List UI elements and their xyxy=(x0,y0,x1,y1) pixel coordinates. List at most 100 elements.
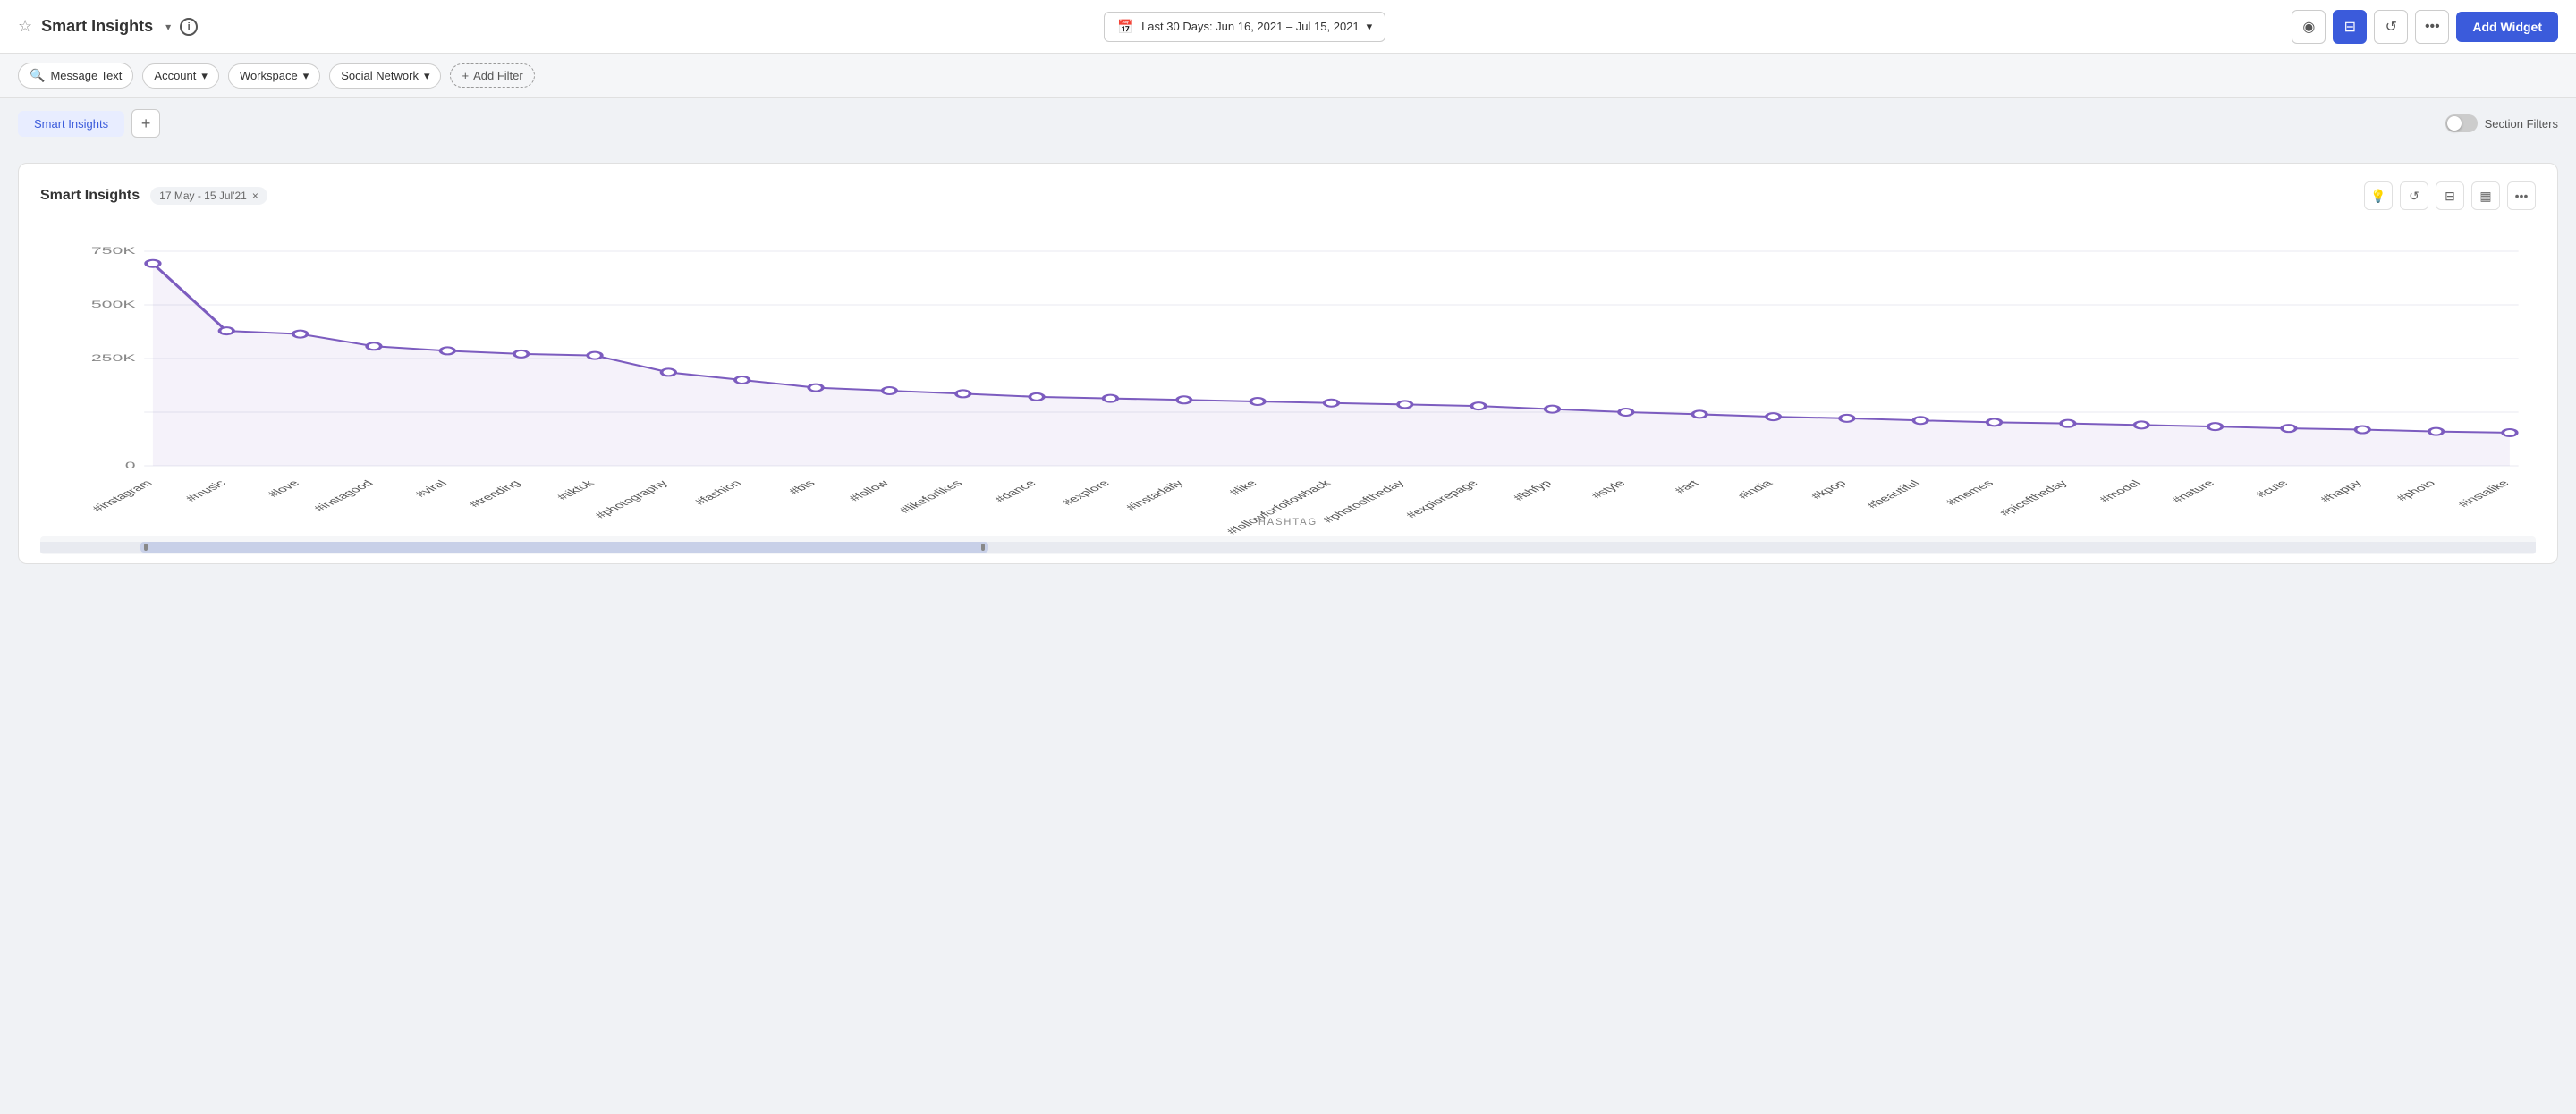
add-filter-plus-icon: + xyxy=(462,69,469,82)
svg-text:#model: #model xyxy=(2095,478,2144,503)
star-button[interactable]: ☆ xyxy=(18,17,32,36)
svg-text:#instadaily: #instadaily xyxy=(1122,478,1186,511)
widget-more-button[interactable]: ••• xyxy=(2507,181,2536,210)
widget-date-badge: 17 May - 15 Jul'21 × xyxy=(150,187,267,205)
filter-button[interactable]: ⊟ xyxy=(2333,10,2367,44)
widget-chart-button[interactable]: ▦ xyxy=(2471,181,2500,210)
svg-text:#picoftheday: #picoftheday xyxy=(1995,478,2070,517)
svg-text:#nature: #nature xyxy=(2167,478,2217,504)
page-title: Smart Insights xyxy=(41,17,153,36)
account-filter[interactable]: Account ▾ xyxy=(142,63,219,89)
svg-text:#style: #style xyxy=(1587,478,1629,500)
svg-text:#viral: #viral xyxy=(411,478,450,499)
workspace-dropdown-icon: ▾ xyxy=(303,69,309,83)
refresh-icon: ↺ xyxy=(2385,18,2397,36)
add-filter-button[interactable]: + Add Filter xyxy=(450,63,534,88)
date-range-label: Last 30 Days: Jun 16, 2021 – Jul 15, 202… xyxy=(1141,20,1360,33)
social-network-dropdown-icon: ▾ xyxy=(424,69,430,83)
section-filters: Section Filters xyxy=(2445,114,2558,132)
main-content: Smart Insights 17 May - 15 Jul'21 × 💡 ↺ … xyxy=(0,148,2576,578)
svg-text:#music: #music xyxy=(182,478,229,503)
top-bar: ☆ Smart Insights ▾ i 📅 Last 30 Days: Jun… xyxy=(0,0,2576,54)
svg-text:#tiktok: #tiktok xyxy=(553,478,597,502)
widget-date-range: 17 May - 15 Jul'21 xyxy=(159,190,247,202)
social-network-label: Social Network xyxy=(341,69,419,82)
widget-refresh-button[interactable]: ↺ xyxy=(2400,181,2428,210)
message-text-filter[interactable]: 🔍 Message Text xyxy=(18,63,133,89)
svg-text:#trending: #trending xyxy=(465,478,524,509)
widget-date-close-icon[interactable]: × xyxy=(252,190,258,202)
svg-text:#beautiful: #beautiful xyxy=(1862,478,1923,510)
svg-text:#bhfyp: #bhfyp xyxy=(1509,478,1555,502)
svg-text:750K: 750K xyxy=(91,245,137,256)
svg-text:#cute: #cute xyxy=(2251,478,2292,499)
widget-filter-icon: ⊟ xyxy=(2445,189,2455,204)
scrollbar-area[interactable] xyxy=(40,536,2536,554)
widget-title-group: Smart Insights 17 May - 15 Jul'21 × xyxy=(40,187,267,205)
tab-smart-insights[interactable]: Smart Insights xyxy=(18,111,124,137)
svg-text:#memes: #memes xyxy=(1942,478,1997,507)
account-label: Account xyxy=(154,69,196,82)
section-filters-toggle[interactable] xyxy=(2445,114,2478,132)
svg-text:#explorepage: #explorepage xyxy=(1402,478,1481,519)
widget-header: Smart Insights 17 May - 15 Jul'21 × 💡 ↺ … xyxy=(40,181,2536,210)
social-network-filter[interactable]: Social Network ▾ xyxy=(329,63,441,89)
chart-area: MESSAGE COUNT 750K 500K 250K 0 #instagra… xyxy=(40,224,2536,527)
svg-text:#explore: #explore xyxy=(1058,478,1114,507)
section-filters-label: Section Filters xyxy=(2485,117,2558,131)
tabs-left: Smart Insights + xyxy=(18,109,160,138)
svg-text:0: 0 xyxy=(125,460,136,470)
widget-chart-icon: ▦ xyxy=(2479,189,2491,204)
widget-refresh-icon: ↺ xyxy=(2409,189,2419,204)
workspace-filter[interactable]: Workspace ▾ xyxy=(228,63,320,89)
svg-text:#follow: #follow xyxy=(844,478,892,503)
scrollbar-handle-right xyxy=(981,544,985,551)
add-widget-button[interactable]: Add Widget xyxy=(2456,12,2558,42)
title-dropdown-icon[interactable]: ▾ xyxy=(165,21,171,33)
svg-text:#like: #like xyxy=(1224,478,1260,497)
svg-text:#kpop: #kpop xyxy=(1807,478,1850,501)
more-options-button[interactable]: ••• xyxy=(2415,10,2449,44)
svg-text:500K: 500K xyxy=(91,299,137,309)
svg-text:#photo: #photo xyxy=(2392,478,2438,502)
svg-text:#bts: #bts xyxy=(784,478,818,495)
svg-text:#art: #art xyxy=(1670,478,1702,494)
scrollbar-thumb[interactable] xyxy=(140,542,989,553)
svg-text:#fashion: #fashion xyxy=(691,478,745,506)
bulb-icon: 💡 xyxy=(2370,189,2385,204)
workspace-label: Workspace xyxy=(240,69,298,82)
date-dropdown-icon: ▾ xyxy=(1367,20,1373,34)
info-icon[interactable]: i xyxy=(180,18,198,36)
filter-icon: ⊟ xyxy=(2344,18,2356,36)
top-bar-left: ☆ Smart Insights ▾ i xyxy=(18,17,198,36)
eye-button[interactable]: ◉ xyxy=(2292,10,2326,44)
svg-text:#instalike: #instalike xyxy=(2453,478,2512,509)
date-range-picker[interactable]: 📅 Last 30 Days: Jun 16, 2021 – Jul 15, 2… xyxy=(1104,12,1385,42)
svg-text:#india: #india xyxy=(1733,478,1775,500)
filter-bar: 🔍 Message Text Account ▾ Workspace ▾ Soc… xyxy=(0,54,2576,98)
widget-card: Smart Insights 17 May - 15 Jul'21 × 💡 ↺ … xyxy=(18,163,2558,564)
svg-text:250K: 250K xyxy=(91,352,137,363)
add-tab-button[interactable]: + xyxy=(131,109,160,138)
svg-text:#photography: #photography xyxy=(590,478,671,519)
account-dropdown-icon: ▾ xyxy=(201,69,208,83)
top-bar-right: ◉ ⊟ ↺ ••• Add Widget xyxy=(2292,10,2558,44)
svg-text:#instagood: #instagood xyxy=(309,478,376,512)
tabs-bar: Smart Insights + Section Filters xyxy=(0,98,2576,148)
svg-text:#love: #love xyxy=(264,478,303,499)
svg-text:#dance: #dance xyxy=(990,478,1039,503)
add-filter-label: Add Filter xyxy=(473,69,523,82)
more-icon: ••• xyxy=(2425,19,2440,35)
search-icon: 🔍 xyxy=(30,68,45,83)
widget-filter-button[interactable]: ⊟ xyxy=(2436,181,2464,210)
widget-actions: 💡 ↺ ⊟ ▦ ••• xyxy=(2364,181,2536,210)
widget-bulb-button[interactable]: 💡 xyxy=(2364,181,2393,210)
calendar-icon: 📅 xyxy=(1117,19,1134,35)
widget-title: Smart Insights xyxy=(40,188,140,204)
x-axis-label: HASHTAG xyxy=(40,517,2536,527)
svg-text:#likeforlikes: #likeforlikes xyxy=(895,478,966,515)
message-text-label: Message Text xyxy=(50,69,122,82)
refresh-button[interactable]: ↺ xyxy=(2374,10,2408,44)
eye-icon: ◉ xyxy=(2302,18,2315,36)
widget-more-icon: ••• xyxy=(2515,189,2529,203)
